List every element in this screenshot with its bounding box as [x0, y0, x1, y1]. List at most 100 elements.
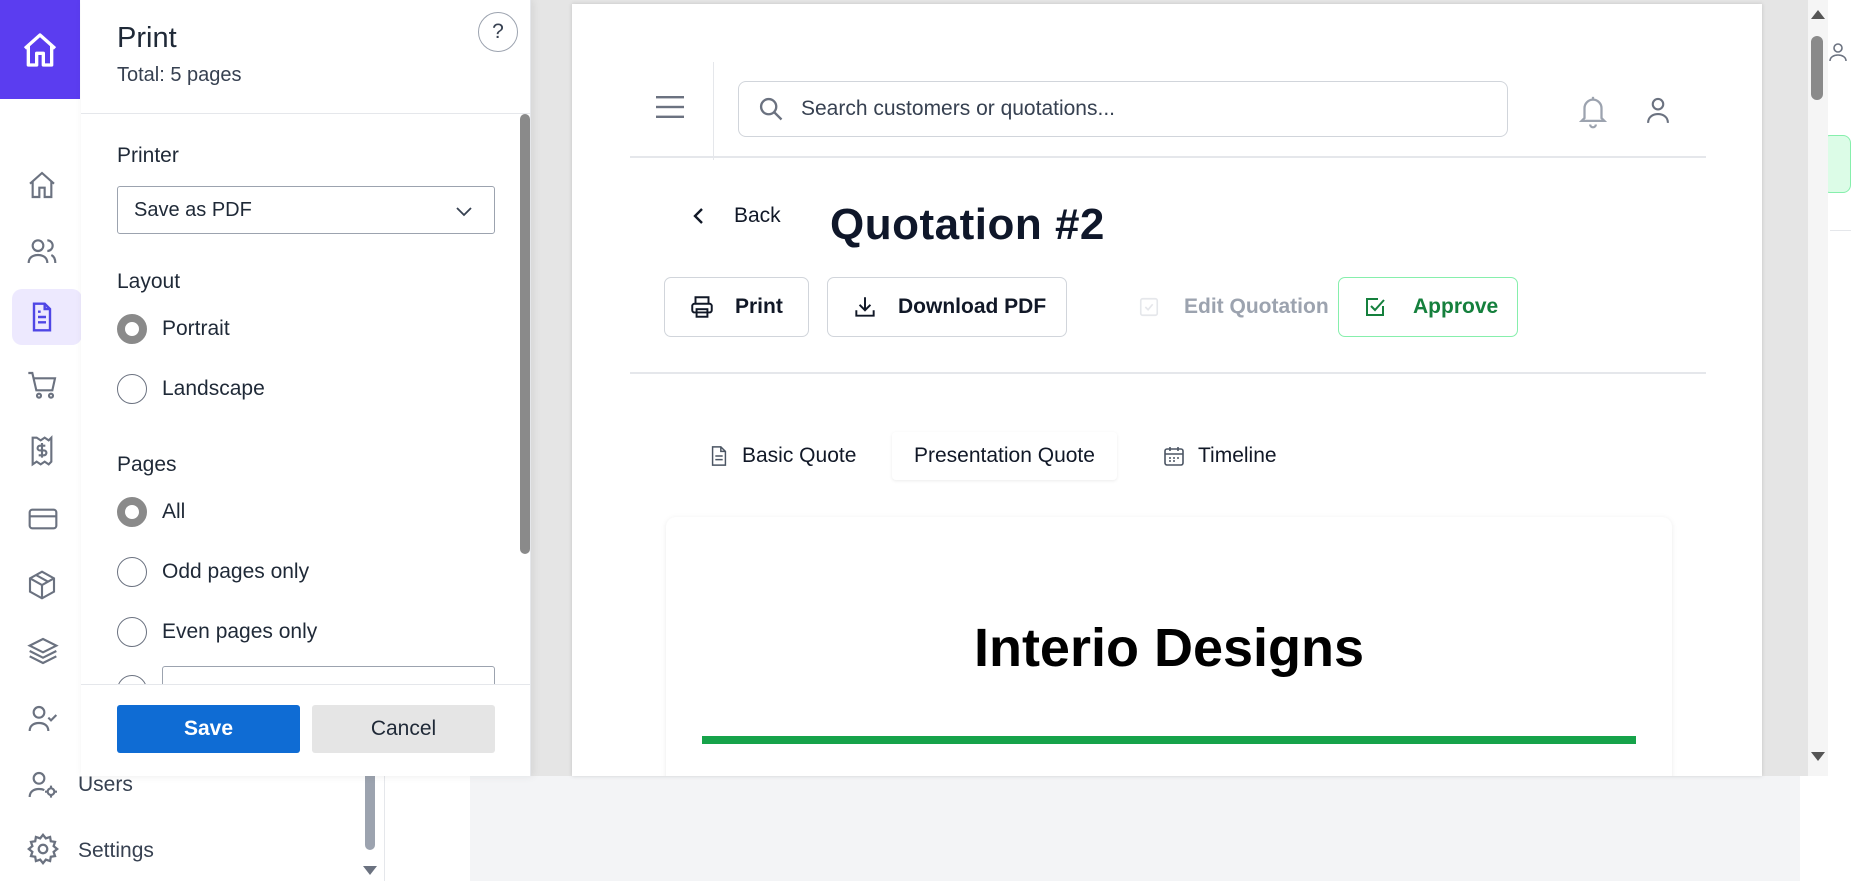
sidebar-scroll-down-arrow[interactable] [363, 866, 377, 875]
users-icon [27, 239, 57, 264]
printer-label: Printer [117, 144, 179, 167]
check-square-icon [1366, 298, 1385, 316]
sidebar-item-team[interactable] [12, 691, 82, 747]
sidebar-item-quotations[interactable] [12, 289, 82, 345]
sidebar-item-invoices[interactable] [12, 423, 82, 479]
user-cog-icon [28, 771, 57, 798]
print-button[interactable]: Print [664, 277, 809, 337]
app-main-area [470, 775, 1800, 881]
pages-label: Pages [117, 453, 177, 476]
search-input[interactable]: Search customers or quotations... [738, 81, 1508, 137]
search-icon [759, 97, 783, 121]
layout-portrait-option[interactable]: Portrait [117, 313, 230, 345]
sidebar-item-orders[interactable] [12, 357, 82, 413]
actions-divider [630, 372, 1706, 374]
sidebar-label-settings[interactable]: Settings [78, 839, 154, 863]
download-pdf-button[interactable]: Download PDF [827, 277, 1067, 337]
quote-card: Interio Designs [666, 517, 1672, 776]
header-divider [713, 62, 714, 160]
document-icon [32, 302, 52, 332]
box-icon [28, 570, 56, 600]
scroll-up-arrow[interactable] [1811, 10, 1825, 19]
tab-basic-quote[interactable]: Basic Quote [708, 432, 856, 480]
approve-button[interactable]: Approve [1338, 277, 1518, 337]
pages-odd-label: Odd pages only [162, 560, 310, 583]
sidebar-item-payments[interactable] [12, 491, 82, 547]
save-button[interactable]: Save [117, 705, 300, 753]
portrait-label: Portrait [162, 317, 230, 340]
tab-label: Basic Quote [742, 444, 857, 467]
edit-icon [1139, 297, 1159, 317]
sidebar-item-home[interactable] [12, 157, 82, 213]
user-icon[interactable] [1644, 94, 1672, 131]
file-icon [711, 446, 727, 466]
download-pdf-label: Download PDF [898, 295, 1047, 318]
landscape-radio[interactable] [117, 374, 147, 404]
sidebar-item-products[interactable] [12, 557, 82, 613]
download-icon [855, 297, 875, 317]
pages-all-option[interactable]: All [117, 496, 185, 528]
print-settings: Printer Save as PDF Layout Portrait Land… [81, 114, 530, 684]
cancel-button[interactable]: Cancel [312, 705, 495, 753]
menu-icon[interactable] [656, 96, 684, 123]
chevron-left-icon [693, 208, 703, 224]
pages-custom-option[interactable] [117, 674, 147, 684]
preview-scrollbar-track[interactable] [1808, 0, 1828, 776]
sidebar-item-materials[interactable] [12, 623, 82, 679]
user-check-icon [28, 705, 58, 732]
tab-timeline[interactable]: Timeline [1162, 432, 1277, 480]
layout-label: Layout [117, 270, 181, 293]
printer-select[interactable]: Save as PDF [117, 186, 495, 234]
help-button[interactable]: ? [478, 12, 518, 52]
pages-even-radio[interactable] [117, 617, 147, 647]
preview-page: Search customers or quotations... Back Q… [572, 4, 1762, 776]
edit-quotation-label: Edit Quotation [1184, 295, 1329, 318]
pages-even-label: Even pages only [162, 620, 318, 643]
back-button[interactable]: Back [692, 204, 781, 228]
edit-quotation-button[interactable]: Edit Quotation [1112, 277, 1329, 337]
print-footer: Save Cancel [81, 684, 530, 776]
landscape-label: Landscape [162, 377, 265, 400]
print-title: Print [117, 22, 177, 54]
layers-icon [27, 637, 59, 665]
scroll-down-arrow[interactable] [1811, 752, 1825, 761]
approve-label: Approve [1413, 295, 1499, 318]
company-name: Interio Designs [973, 618, 1365, 678]
cart-icon [28, 371, 57, 399]
pages-odd-radio[interactable] [117, 557, 147, 587]
print-settings-scrollbar[interactable] [520, 114, 530, 554]
back-label: Back [734, 204, 781, 227]
page-title: Quotation #2 [830, 200, 1105, 249]
sidebar-item-users[interactable] [12, 757, 82, 813]
sidebar-item-settings[interactable] [12, 821, 82, 877]
preview-scrollbar-thumb[interactable] [1811, 36, 1823, 100]
sidebar-label-users[interactable]: Users [78, 773, 133, 797]
pages-even-option[interactable]: Even pages only [117, 616, 317, 648]
pages-custom-radio[interactable] [117, 675, 147, 684]
tab-presentation-quote[interactable]: Presentation Quote [892, 432, 1117, 480]
sidebar-item-customers[interactable] [12, 223, 82, 279]
pages-all-radio[interactable] [117, 497, 147, 527]
receipt-icon [31, 435, 53, 467]
home-icon [23, 32, 57, 67]
header-bottom-divider [630, 156, 1706, 158]
printer-icon [691, 296, 713, 318]
chevron-down-icon [456, 207, 472, 217]
layout-landscape-option[interactable]: Landscape [117, 373, 265, 405]
pages-odd-option[interactable]: Odd pages only [117, 556, 309, 588]
print-button-label: Print [735, 295, 783, 318]
portrait-radio[interactable] [117, 314, 147, 344]
gear-icon [27, 833, 59, 865]
bell-icon[interactable] [1576, 92, 1610, 135]
pages-all-label: All [162, 500, 186, 523]
custom-pages-input[interactable] [162, 666, 495, 684]
search-placeholder: Search customers or quotations... [801, 97, 1115, 120]
tab-label: Timeline [1198, 444, 1277, 467]
print-dialog: Print Total: 5 pages ? Printer Save as P… [81, 0, 531, 776]
tab-label: Presentation Quote [914, 444, 1095, 467]
brand-divider [702, 736, 1636, 744]
user-icon [1829, 43, 1847, 62]
calendar-icon [1164, 447, 1184, 466]
printer-select-value: Save as PDF [134, 198, 252, 221]
app-logo[interactable] [0, 0, 80, 99]
